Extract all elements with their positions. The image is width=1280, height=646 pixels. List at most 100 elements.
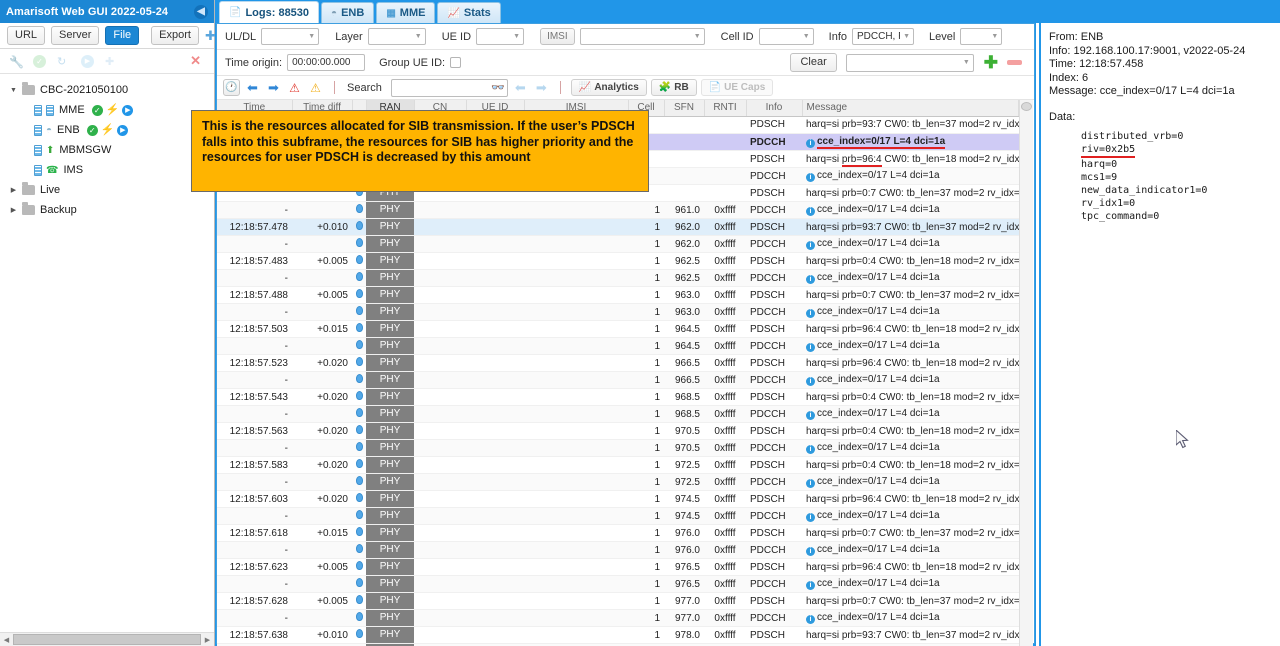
table-row[interactable]: 12:18:57.563 +0.020 PHY 1 970.5 0xffff PDSCH ha… <box>217 422 1019 440</box>
status-play-icon[interactable]: ▶ <box>117 124 129 136</box>
info-circle-icon[interactable]: i <box>806 207 815 216</box>
marker-dot-icon[interactable] <box>356 612 363 621</box>
marker-dot-icon[interactable] <box>356 306 363 315</box>
info-circle-icon[interactable]: i <box>806 139 815 148</box>
table-row[interactable]: - PHY 1 961.0 0xffff PDCCH i cce_index=0/17 L=4… <box>217 201 1019 219</box>
rb-button[interactable]: 🧩 RB <box>650 79 697 96</box>
table-row[interactable]: 12:18:57.618 +0.015 PHY 1 976.0 0xffff PDSCH ha… <box>217 524 1019 542</box>
refresh-icon[interactable]: ↻ <box>57 55 70 68</box>
marker-dot-icon[interactable] <box>356 255 363 264</box>
tab-enb[interactable]: ◓ ENB <box>321 2 375 23</box>
uldl-select[interactable]: ▼ <box>261 28 320 45</box>
arrow-left-icon[interactable]: ⬅ <box>244 79 261 96</box>
table-row[interactable]: 12:18:57.623 +0.005 PHY 1 976.5 0xffff PDSCH ha… <box>217 558 1019 576</box>
time-origin-input[interactable] <box>287 54 366 71</box>
tree-item-ims[interactable]: ☎ IMS <box>4 160 214 180</box>
table-row[interactable]: 12:18:57.478 +0.010 PHY 1 962.0 0xffff PDSCH ha… <box>217 218 1019 236</box>
info-circle-icon[interactable]: i <box>806 445 815 454</box>
table-row[interactable]: - PHY 1 962.5 0xffff PDCCH i cce_index=0/17 L=4… <box>217 269 1019 287</box>
table-row[interactable]: - PHY 1 976.0 0xffff PDCCH i cce_index=0/17 L=4… <box>217 541 1019 559</box>
arrow-right-icon[interactable]: ➡ <box>265 79 282 96</box>
marker-dot-icon[interactable] <box>356 629 363 638</box>
table-row[interactable]: 12:18:57.628 +0.005 PHY 1 977.0 0xffff PDSCH ha… <box>217 592 1019 610</box>
table-row[interactable]: - PHY 1 964.5 0xffff PDCCH i cce_index=0/17 L=4… <box>217 337 1019 355</box>
marker-dot-icon[interactable] <box>356 510 363 519</box>
info-circle-icon[interactable]: i <box>806 581 815 590</box>
col-message[interactable]: Message <box>802 100 1019 117</box>
export-button[interactable]: Export <box>151 26 199 45</box>
binoculars-icon[interactable]: 👓 <box>491 81 505 94</box>
col-sfn[interactable]: SFN <box>664 100 705 117</box>
info-circle-icon[interactable]: i <box>806 479 815 488</box>
table-row[interactable]: - PHY 1 968.5 0xffff PDCCH i cce_index=0/17 L=4… <box>217 405 1019 423</box>
marker-dot-icon[interactable] <box>356 459 363 468</box>
play-circle-icon[interactable]: ▶ <box>81 54 94 68</box>
check-circle-icon[interactable]: ✓ <box>33 54 46 68</box>
info-circle-icon[interactable]: i <box>806 309 815 318</box>
level-select[interactable]: ▼ <box>960 28 1003 45</box>
info-circle-icon[interactable]: i <box>806 547 815 556</box>
marker-dot-icon[interactable] <box>356 408 363 417</box>
clock-icon[interactable]: 🕐 <box>223 79 240 96</box>
marker-dot-icon[interactable] <box>356 323 363 332</box>
warning-triangle-icon[interactable]: ⚠ <box>307 79 324 96</box>
table-row[interactable]: - PHY 1 974.5 0xffff PDCCH i cce_index=0/17 L=4… <box>217 507 1019 525</box>
analytics-button[interactable]: 📈 Analytics <box>570 79 647 96</box>
preset-select[interactable]: ▼ <box>845 53 974 72</box>
group-ue-id-checkbox[interactable] <box>450 57 462 68</box>
marker-dot-icon[interactable] <box>356 374 363 383</box>
info-circle-icon[interactable]: i <box>806 241 815 250</box>
tree-item-enb[interactable]: ◓ ENB ✓ ⚡ ▶ <box>4 120 214 140</box>
info-select[interactable]: PDCCH, PI ▼ <box>852 28 914 45</box>
scrollbar-thumb[interactable] <box>13 634 201 645</box>
marker-dot-icon[interactable] <box>356 391 363 400</box>
marker-dot-icon[interactable] <box>356 204 363 213</box>
plus-small-icon[interactable]: ✚ <box>105 55 118 68</box>
imsi-select[interactable]: ▼ <box>579 28 705 45</box>
table-row[interactable]: 12:18:57.523 +0.020 PHY 1 966.5 0xffff PDSCH ha… <box>217 354 1019 372</box>
wrench-icon[interactable]: 🔧 <box>9 55 24 69</box>
table-row[interactable]: 12:18:57.583 +0.020 PHY 1 972.5 0xffff PDSCH ha… <box>217 456 1019 474</box>
minus-red-icon[interactable] <box>1007 60 1022 65</box>
chevron-down-icon[interactable]: ▼ <box>8 87 19 94</box>
chevron-right-icon[interactable]: ▶ <box>8 186 19 194</box>
marker-dot-icon[interactable] <box>356 289 363 298</box>
marker-dot-icon[interactable] <box>356 425 363 434</box>
marker-dot-icon[interactable] <box>356 340 363 349</box>
tree-item-mme[interactable]: MME ✓ ⚡ ▶ <box>4 100 214 120</box>
status-play-icon[interactable]: ▶ <box>122 104 134 116</box>
info-circle-icon[interactable]: i <box>806 411 815 420</box>
plus-green-icon[interactable]: ✚ <box>984 54 998 71</box>
arrow-right-faded-icon[interactable]: ➡ <box>533 79 550 96</box>
error-triangle-icon[interactable]: ⚠ <box>286 79 303 96</box>
info-circle-icon[interactable]: i <box>806 275 815 284</box>
tab-logs[interactable]: 📄 Logs: 88530 <box>219 1 320 23</box>
table-row[interactable]: - PHY 1 962.0 0xffff PDCCH i cce_index=0/17 L=4… <box>217 235 1019 253</box>
table-row[interactable]: - PHY 1 970.5 0xffff PDCCH i cce_index=0/17 L=4… <box>217 439 1019 457</box>
info-circle-icon[interactable]: i <box>806 173 815 182</box>
ueid-select[interactable]: ▼ <box>476 28 525 45</box>
tree-item-backup[interactable]: ▶ Backup <box>4 200 214 220</box>
marker-dot-icon[interactable] <box>356 493 363 502</box>
marker-dot-icon[interactable] <box>356 442 363 451</box>
server-button[interactable]: Server <box>51 26 100 45</box>
table-row[interactable]: 12:18:57.483 +0.005 PHY 1 962.5 0xffff PDSCH ha… <box>217 252 1019 270</box>
logs-vertical-scrollbar[interactable] <box>1019 100 1033 646</box>
table-row[interactable]: - PHY 1 972.5 0xffff PDCCH i cce_index=0/17 L=4… <box>217 473 1019 491</box>
info-circle-icon[interactable]: i <box>806 615 815 624</box>
table-row[interactable]: 12:18:57.543 +0.020 PHY 1 968.5 0xffff PDSCH ha… <box>217 388 1019 406</box>
chevron-left-icon[interactable]: ◀ <box>194 4 208 19</box>
scroll-left-arrow-icon[interactable]: ◀ <box>0 636 13 644</box>
url-button[interactable]: URL <box>7 26 46 45</box>
col-info[interactable]: Info <box>746 100 803 117</box>
sidebar-horizontal-scrollbar[interactable]: ◀ ▶ <box>0 632 214 646</box>
cellid-select[interactable]: ▼ <box>758 28 814 45</box>
table-row[interactable]: - PHY 1 963.0 0xffff PDCCH i cce_index=0/17 L=4… <box>217 303 1019 321</box>
marker-dot-icon[interactable] <box>356 476 363 485</box>
info-circle-icon[interactable]: i <box>806 343 815 352</box>
marker-dot-icon[interactable] <box>356 357 363 366</box>
table-row[interactable]: 12:18:57.603 +0.020 PHY 1 974.5 0xffff PDSCH ha… <box>217 490 1019 508</box>
table-row[interactable]: - PHY 1 966.5 0xffff PDCCH i cce_index=0/17 L=4… <box>217 371 1019 389</box>
arrow-left-faded-icon[interactable]: ⬅ <box>512 79 529 96</box>
info-circle-icon[interactable]: i <box>806 377 815 386</box>
